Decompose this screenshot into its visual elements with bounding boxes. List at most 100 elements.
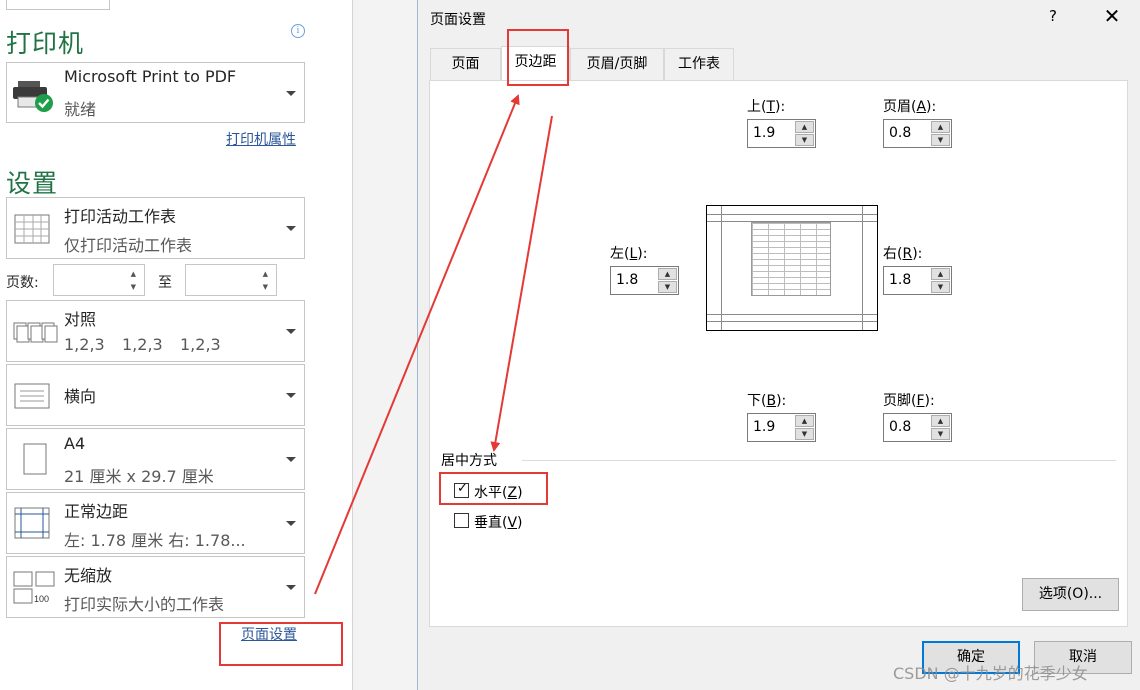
spin-up-icon[interactable]: ▲ (931, 121, 950, 133)
tab-worksheet[interactable]: 工作表 (664, 48, 734, 80)
top-margin-label: 上(T): (747, 99, 786, 115)
collation-selector[interactable]: 对照 1,2,3 1,2,3 1,2,3 (6, 300, 305, 362)
margins-sub: 左: 1.78 厘米 右: 1.78... (64, 531, 246, 550)
annotation-box-margins-tab (507, 29, 569, 86)
scaling-selector[interactable]: 100 无缩放 打印实际大小的工作表 (6, 556, 305, 618)
right-margin-input[interactable]: 1.8 ▲ ▼ (883, 266, 952, 295)
help-icon[interactable]: ? (1049, 7, 1057, 25)
chevron-down-icon (286, 585, 296, 590)
bottom-margin-input[interactable]: 1.9 ▲ ▼ (747, 413, 816, 442)
printer-name: Microsoft Print to PDF (64, 67, 237, 86)
scaling-icon-label: 100 (34, 594, 49, 604)
header-margin-input[interactable]: 0.8 ▲ ▼ (883, 119, 952, 148)
chevron-down-icon (286, 393, 296, 398)
right-margin-label: 右(R): (883, 246, 923, 262)
orientation-selector[interactable]: 横向 (6, 364, 305, 426)
spin-down-icon[interactable]: ▼ (658, 281, 677, 293)
collation-main: 对照 (64, 310, 97, 329)
spin-up-icon[interactable]: ▲ (658, 268, 677, 280)
margins-tab-pane: 上(T): 1.9 ▲ ▼ 页眉(A): 0.8 ▲ ▼ 左(L): 1.8 ▲ ▼ (429, 80, 1128, 627)
margins-main: 正常边距 (64, 502, 129, 521)
footer-margin-label: 页脚(F): (883, 393, 935, 409)
paper-size-sub: 21 厘米 x 29.7 厘米 (64, 467, 214, 486)
printer-selector[interactable]: Microsoft Print to PDF 就绪 (6, 62, 305, 123)
header-margin-label: 页眉(A): (883, 99, 937, 115)
spin-down-icon[interactable]: ▼ (795, 134, 814, 146)
printer-status: 就绪 (64, 100, 97, 119)
paper-size-main: A4 (64, 434, 86, 453)
pages-from-input[interactable]: ▲ ▼ (53, 264, 145, 296)
chevron-down-icon (286, 91, 296, 96)
tab-page[interactable]: 页面 (430, 48, 501, 80)
header-margin-value: 0.8 (889, 125, 912, 141)
info-icon[interactable]: i (291, 24, 305, 38)
annotation-box-page-setup (219, 622, 343, 666)
options-button[interactable]: 选项(O)... (1022, 578, 1119, 611)
pages-label: 页数: (6, 275, 39, 291)
settings-section-title: 设置 (6, 169, 59, 198)
vertical-label[interactable]: 垂直(V) (474, 512, 523, 532)
paper-size-selector[interactable]: A4 21 厘米 x 29.7 厘米 (6, 428, 305, 490)
group-separator (522, 460, 1116, 461)
chevron-down-icon (286, 329, 296, 334)
spin-up-icon[interactable]: ▲ (131, 270, 136, 278)
scaling-sub: 打印实际大小的工作表 (64, 595, 225, 614)
collation-sub-3: 1,2,3 (180, 335, 221, 354)
scaling-main: 无缩放 (64, 566, 113, 585)
center-on-page-legend: 居中方式 (441, 453, 497, 469)
collation-sub-2: 1,2,3 (122, 335, 163, 354)
footer-margin-input[interactable]: 0.8 ▲ ▼ (883, 413, 952, 442)
collate-icon (13, 322, 58, 343)
watermark-text: CSDN @十九岁的花季少女 (893, 664, 1088, 683)
spin-down-icon[interactable]: ▼ (931, 134, 950, 146)
close-icon[interactable]: ✕ (1102, 4, 1122, 28)
print-what-sub: 仅打印活动工作表 (64, 236, 193, 255)
annotation-box-horizontal (439, 472, 548, 505)
pages-to-input[interactable]: ▲ ▼ (185, 264, 277, 296)
collation-sub-1: 1,2,3 (64, 335, 105, 354)
left-margin-value: 1.8 (616, 272, 639, 288)
orientation-main: 横向 (64, 387, 97, 406)
spin-up-icon[interactable]: ▲ (795, 121, 814, 133)
margins-selector[interactable]: 正常边距 左: 1.78 厘米 右: 1.78... (6, 492, 305, 554)
spin-down-icon[interactable]: ▼ (263, 283, 268, 291)
right-margin-value: 1.8 (889, 272, 912, 288)
spin-down-icon[interactable]: ▼ (931, 428, 950, 440)
spin-up-icon[interactable]: ▲ (931, 268, 950, 280)
top-margin-input[interactable]: 1.9 ▲ ▼ (747, 119, 816, 148)
spin-down-icon[interactable]: ▼ (131, 283, 136, 291)
dialog-title: 页面设置 (430, 12, 486, 28)
preview-area-background (353, 0, 417, 690)
top-button-stub[interactable] (6, 0, 110, 10)
spin-down-icon[interactable]: ▼ (795, 428, 814, 440)
vertical-checkbox[interactable] (454, 513, 469, 528)
margins-icon (14, 507, 50, 539)
chevron-down-icon (286, 521, 296, 526)
left-margin-input[interactable]: 1.8 ▲ ▼ (610, 266, 679, 295)
chevron-down-icon (286, 457, 296, 462)
spin-up-icon[interactable]: ▲ (263, 270, 268, 278)
worksheet-icon (14, 214, 50, 244)
landscape-page-icon (14, 383, 50, 409)
bottom-margin-value: 1.9 (753, 419, 776, 435)
preview-grid (751, 222, 831, 296)
footer-margin-value: 0.8 (889, 419, 912, 435)
spin-up-icon[interactable]: ▲ (795, 415, 814, 427)
left-margin-label: 左(L): (610, 246, 648, 262)
printer-icon (13, 81, 53, 112)
printer-properties-link[interactable]: 打印机属性 (226, 129, 296, 149)
chevron-down-icon (286, 226, 296, 231)
page-preview (706, 205, 878, 331)
bottom-margin-label: 下(B): (747, 393, 787, 409)
print-settings-panel: 打印机 i Microsoft Print to PDF 就绪 打印机属性 设置… (0, 0, 352, 690)
print-what-main: 打印活动工作表 (64, 207, 177, 226)
print-what-selector[interactable]: 打印活动工作表 仅打印活动工作表 (6, 197, 305, 259)
spin-down-icon[interactable]: ▼ (931, 281, 950, 293)
no-scaling-icon: 100 (13, 571, 55, 604)
tab-header-footer[interactable]: 页眉/页脚 (570, 48, 664, 80)
page-setup-dialog: 页面设置 ? ✕ 页面 页边距 页眉/页脚 工作表 上(T): 1.9 ▲ ▼ 页… (417, 0, 1140, 690)
top-margin-value: 1.9 (753, 125, 776, 141)
portrait-page-icon (23, 443, 47, 475)
printer-section-title: 打印机 (6, 29, 85, 58)
spin-up-icon[interactable]: ▲ (931, 415, 950, 427)
